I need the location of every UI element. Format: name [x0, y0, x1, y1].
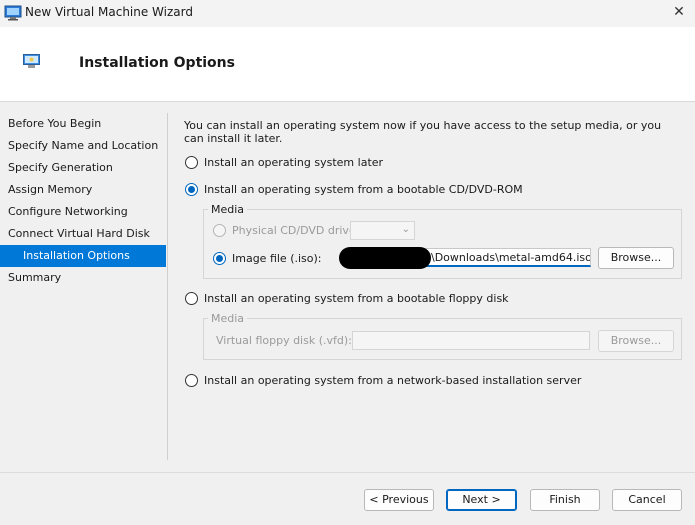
option-install-later[interactable]: Install an operating system later — [185, 156, 383, 169]
wizard-header: Installation Options — [0, 27, 695, 102]
option-install-cd-label: Install an operating system from a boota… — [204, 183, 523, 196]
next-button[interactable]: Next > — [446, 489, 517, 511]
option-install-cd[interactable]: Install an operating system from a boota… — [185, 183, 523, 196]
cancel-button[interactable]: Cancel — [612, 489, 682, 511]
floppy-disk-input — [352, 331, 590, 350]
radio-install-later[interactable] — [185, 156, 198, 169]
sidebar-item-installation-options[interactable]: Installation Options — [0, 245, 166, 267]
sidebar-item-specify-name-location[interactable]: Specify Name and Location — [0, 135, 166, 157]
option-install-floppy-label: Install an operating system from a boota… — [204, 292, 509, 305]
option-physical-drive: Physical CD/DVD drive: — [213, 224, 359, 237]
sidebar-item-assign-memory[interactable]: Assign Memory — [0, 179, 166, 201]
title-bar: New Virtual Machine Wizard ✕ — [0, 0, 695, 27]
wizard-steps-sidebar: Before You Begin Specify Name and Locati… — [0, 113, 166, 289]
option-install-later-label: Install an operating system later — [204, 156, 384, 169]
browse-iso-button[interactable]: Browse... — [598, 247, 674, 269]
option-install-network[interactable]: Install an operating system from a netwo… — [185, 374, 581, 387]
option-install-network-label: Install an operating system from a netwo… — [204, 374, 582, 387]
redaction-mark — [339, 247, 431, 269]
previous-button[interactable]: < Previous — [364, 489, 434, 511]
radio-physical-drive — [213, 224, 226, 237]
floppy-group-legend: Media — [208, 312, 248, 325]
intro-text: You can install an operating system now … — [184, 119, 662, 145]
browse-floppy-button: Browse... — [598, 330, 674, 352]
finish-button[interactable]: Finish — [530, 489, 600, 511]
physical-drive-select: ⌄ — [350, 221, 415, 240]
media-group-legend: Media — [208, 203, 248, 216]
radio-install-floppy[interactable] — [185, 292, 198, 305]
radio-install-network[interactable] — [185, 374, 198, 387]
chevron-down-icon: ⌄ — [401, 224, 410, 235]
sidebar-divider — [167, 113, 168, 460]
physical-drive-label: Physical CD/DVD drive: — [232, 224, 360, 237]
radio-install-cd[interactable] — [185, 183, 198, 196]
option-image-file[interactable]: Image file (.iso): — [213, 252, 322, 265]
radio-image-file[interactable] — [213, 252, 226, 265]
footer-divider — [0, 472, 695, 473]
sidebar-item-summary[interactable]: Summary — [0, 267, 166, 289]
sidebar-item-connect-virtual-hard-disk[interactable]: Connect Virtual Hard Disk — [0, 223, 166, 245]
hyper-v-app-icon — [4, 5, 22, 21]
sidebar-item-before-you-begin[interactable]: Before You Begin — [0, 113, 166, 135]
sidebar-item-configure-networking[interactable]: Configure Networking — [0, 201, 166, 223]
window-title: New Virtual Machine Wizard — [25, 5, 193, 19]
floppy-disk-label: Virtual floppy disk (.vfd): — [216, 334, 352, 347]
sidebar-item-specify-generation[interactable]: Specify Generation — [0, 157, 166, 179]
image-file-label: Image file (.iso): — [232, 252, 322, 265]
page-title: Installation Options — [79, 55, 235, 71]
virtual-machine-icon — [23, 54, 40, 68]
close-icon[interactable]: ✕ — [671, 4, 687, 20]
option-install-floppy[interactable]: Install an operating system from a boota… — [185, 292, 509, 305]
